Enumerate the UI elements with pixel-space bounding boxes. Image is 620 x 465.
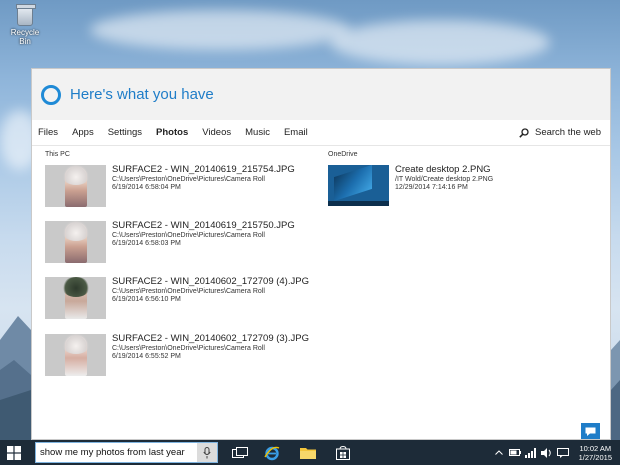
cortana-panel: Here's what you have Files Apps Settings… xyxy=(31,68,611,440)
photo-result-2[interactable]: SURFACE2 - WIN_20140619_215750.JPG C:\Us… xyxy=(45,220,295,263)
photo-thumbnail xyxy=(45,277,106,319)
photo-date: 6/19/2014 6:56:10 PM xyxy=(112,296,181,303)
task-view-button[interactable] xyxy=(227,442,253,463)
photo-date: 6/19/2014 6:58:04 PM xyxy=(112,184,181,191)
search-icon xyxy=(519,127,529,138)
taskbar: 10:02 AM 1/27/2015 xyxy=(0,440,620,465)
taskbar-search-box[interactable] xyxy=(35,442,218,463)
volume-icon[interactable] xyxy=(541,446,554,459)
search-filter-tabs: Files Apps Settings Photos Videos Music … xyxy=(32,120,610,146)
cortana-header: Here's what you have xyxy=(32,69,610,120)
search-input[interactable] xyxy=(36,447,194,458)
start-button[interactable] xyxy=(0,440,28,465)
this-pc-label: This PC xyxy=(45,151,70,158)
onedrive-file-path: /IT Wold/Create desktop 2.PNG xyxy=(395,176,494,183)
recycle-bin-label: Recycle Bin xyxy=(10,28,40,46)
internet-explorer-icon xyxy=(264,446,280,460)
photo-path: C:\Users\Preston\OneDrive\Pictures\Camer… xyxy=(112,176,265,183)
photo-result-1[interactable]: SURFACE2 - WIN_20140619_215754.JPG C:\Us… xyxy=(45,164,295,207)
cloud xyxy=(90,10,350,50)
microphone-icon xyxy=(203,446,211,458)
onedrive-file-name: Create desktop 2.PNG xyxy=(395,164,491,175)
photo-name: SURFACE2 - WIN_20140619_215754.JPG xyxy=(112,164,295,175)
clock-date: 1/27/2015 xyxy=(578,452,612,462)
windows-logo-icon xyxy=(7,445,21,460)
tab-email[interactable]: Email xyxy=(284,127,308,138)
cortana-title: Here's what you have xyxy=(70,86,214,103)
clock[interactable]: 10:02 AM 1/27/2015 xyxy=(579,444,612,462)
store-icon xyxy=(336,445,350,460)
photo-thumbnail xyxy=(45,334,106,376)
photo-thumbnail xyxy=(45,221,106,263)
tab-music[interactable]: Music xyxy=(245,127,270,138)
task-view-icon xyxy=(232,446,248,458)
file-explorer-button[interactable] xyxy=(295,442,321,463)
battery-icon[interactable] xyxy=(509,446,522,459)
clock-time: 10:02 AM xyxy=(579,443,612,453)
cortana-icon xyxy=(41,84,61,105)
photo-path: C:\Users\Preston\OneDrive\Pictures\Camer… xyxy=(112,288,265,295)
show-hidden-icons-chevron-up-icon[interactable] xyxy=(493,446,506,459)
photo-path: C:\Users\Preston\OneDrive\Pictures\Camer… xyxy=(112,345,265,352)
search-web-button[interactable]: Search the web xyxy=(519,127,601,138)
photo-name: SURFACE2 - WIN_20140602_172709 (4).JPG xyxy=(112,276,309,287)
onedrive-label: OneDrive xyxy=(328,151,358,158)
onedrive-result-1[interactable]: Create desktop 2.PNG /IT Wold/Create des… xyxy=(328,164,494,206)
tab-settings[interactable]: Settings xyxy=(108,127,142,138)
onedrive-file-date: 12/29/2014 7:14:16 PM xyxy=(395,184,468,191)
recycle-bin-icon[interactable]: Recycle Bin xyxy=(6,4,44,46)
tab-files[interactable]: Files xyxy=(38,127,58,138)
tab-photos[interactable]: Photos xyxy=(156,127,188,138)
internet-explorer-button[interactable] xyxy=(259,442,285,463)
feedback-button[interactable] xyxy=(581,423,600,439)
store-button[interactable] xyxy=(330,442,356,463)
chat-bubble-icon xyxy=(585,427,596,436)
system-tray: 10:02 AM 1/27/2015 xyxy=(493,440,620,465)
photo-result-3[interactable]: SURFACE2 - WIN_20140602_172709 (4).JPG C… xyxy=(45,276,309,319)
photo-result-4[interactable]: SURFACE2 - WIN_20140602_172709 (3).JPG C… xyxy=(45,333,309,376)
tab-apps[interactable]: Apps xyxy=(72,127,94,138)
photo-thumbnail xyxy=(45,165,106,207)
tab-videos[interactable]: Videos xyxy=(202,127,231,138)
folder-icon xyxy=(300,448,316,459)
onedrive-thumbnail xyxy=(328,165,389,206)
photo-date: 6/19/2014 6:55:52 PM xyxy=(112,353,181,360)
photo-date: 6/19/2014 6:58:03 PM xyxy=(112,240,181,247)
photo-name: SURFACE2 - WIN_20140619_215750.JPG xyxy=(112,220,295,231)
network-icon[interactable] xyxy=(525,446,538,459)
microphone-button[interactable] xyxy=(197,443,217,462)
photo-path: C:\Users\Preston\OneDrive\Pictures\Camer… xyxy=(112,232,265,239)
cloud xyxy=(330,20,550,65)
action-center-icon[interactable] xyxy=(557,446,570,459)
search-web-label: Search the web xyxy=(534,127,601,138)
photo-name: SURFACE2 - WIN_20140602_172709 (3).JPG xyxy=(112,333,309,344)
